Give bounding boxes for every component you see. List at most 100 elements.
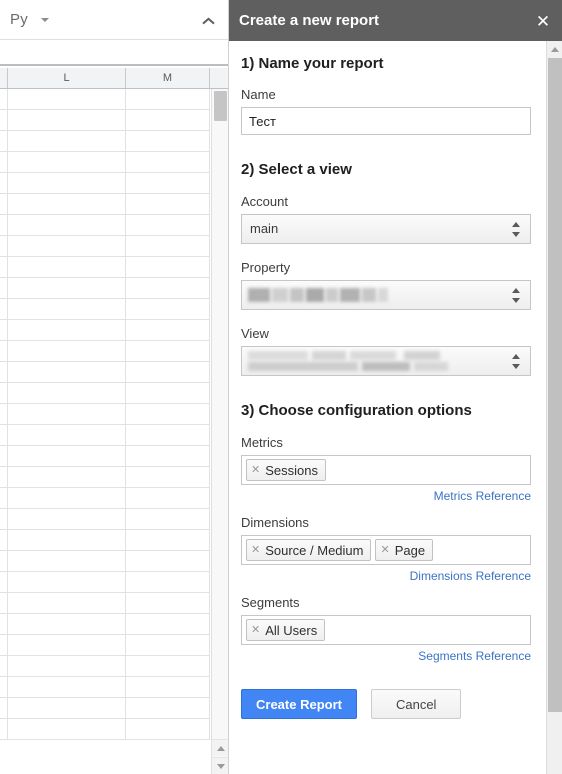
spreadsheet-row[interactable] <box>0 257 210 278</box>
spreadsheet-row[interactable] <box>0 236 210 257</box>
spreadsheet-cell[interactable] <box>126 551 210 572</box>
spreadsheet-cell[interactable] <box>8 194 126 215</box>
spreadsheet-cell[interactable] <box>0 383 8 404</box>
spreadsheet-cell[interactable] <box>126 509 210 530</box>
spreadsheet-cell[interactable] <box>0 467 8 488</box>
spreadsheet-cell[interactable] <box>126 299 210 320</box>
spreadsheet-row[interactable] <box>0 320 210 341</box>
spreadsheet-row[interactable] <box>0 446 210 467</box>
spreadsheet-cell[interactable] <box>0 194 8 215</box>
spreadsheet-row[interactable] <box>0 719 210 740</box>
spreadsheet-cell[interactable] <box>126 215 210 236</box>
spreadsheet-cell[interactable] <box>0 320 8 341</box>
dimensions-reference-link[interactable]: Dimensions Reference <box>241 569 531 583</box>
segments-reference-link[interactable]: Segments Reference <box>241 649 531 663</box>
spreadsheet-cell[interactable] <box>8 509 126 530</box>
spreadsheet-row[interactable] <box>0 89 210 110</box>
spreadsheet-cell[interactable] <box>126 278 210 299</box>
spreadsheet-cell[interactable] <box>8 89 126 110</box>
spreadsheet-row[interactable] <box>0 509 210 530</box>
spreadsheet-scrollbar[interactable] <box>211 89 228 774</box>
spreadsheet-cell[interactable] <box>0 404 8 425</box>
scroll-up-button[interactable] <box>212 739 228 756</box>
spreadsheet-cell[interactable] <box>8 719 126 740</box>
spreadsheet-row[interactable] <box>0 488 210 509</box>
spreadsheet-row[interactable] <box>0 635 210 656</box>
spreadsheet-cell[interactable] <box>126 656 210 677</box>
spreadsheet-row[interactable] <box>0 131 210 152</box>
cancel-button[interactable]: Cancel <box>370 689 462 719</box>
spreadsheet-cell[interactable] <box>8 362 126 383</box>
spreadsheet-cell[interactable] <box>0 635 8 656</box>
dialog-scroll-up-button[interactable] <box>547 41 562 57</box>
spreadsheet-cell[interactable] <box>0 593 8 614</box>
spreadsheet-row[interactable] <box>0 278 210 299</box>
spreadsheet-cell[interactable] <box>8 551 126 572</box>
spreadsheet-cell[interactable] <box>126 572 210 593</box>
spreadsheet-cell[interactable] <box>0 341 8 362</box>
spreadsheet-row[interactable] <box>0 215 210 236</box>
spreadsheet-cell[interactable] <box>126 677 210 698</box>
spreadsheet-cell[interactable] <box>0 215 8 236</box>
spreadsheet-grid[interactable] <box>0 89 210 749</box>
scrollbar-thumb[interactable] <box>214 91 227 121</box>
spreadsheet-cell[interactable] <box>8 404 126 425</box>
spreadsheet-cell[interactable] <box>126 593 210 614</box>
spreadsheet-cell[interactable] <box>0 236 8 257</box>
spreadsheet-cell[interactable] <box>0 89 8 110</box>
spreadsheet-cell[interactable] <box>0 152 8 173</box>
spreadsheet-row[interactable] <box>0 425 210 446</box>
spreadsheet-row[interactable] <box>0 572 210 593</box>
spreadsheet-cell[interactable] <box>8 425 126 446</box>
close-icon[interactable]: ✕ <box>531 9 555 33</box>
spreadsheet-cell[interactable] <box>8 572 126 593</box>
property-select[interactable] <box>241 280 531 310</box>
spreadsheet-cell[interactable] <box>126 614 210 635</box>
spreadsheet-cell[interactable] <box>0 110 8 131</box>
spreadsheet-cell[interactable] <box>8 698 126 719</box>
spreadsheet-cell[interactable] <box>126 173 210 194</box>
report-name-input[interactable] <box>241 107 531 135</box>
dialog-scrollbar-thumb[interactable] <box>548 58 562 712</box>
spreadsheet-row[interactable] <box>0 173 210 194</box>
remove-chip-icon[interactable]: ✕ <box>251 624 260 636</box>
spreadsheet-cell[interactable] <box>8 467 126 488</box>
spreadsheet-cell[interactable] <box>8 446 126 467</box>
spreadsheet-cell[interactable] <box>0 257 8 278</box>
spreadsheet-cell[interactable] <box>8 152 126 173</box>
spreadsheet-cell[interactable] <box>0 488 8 509</box>
spreadsheet-row[interactable] <box>0 299 210 320</box>
spreadsheet-cell[interactable] <box>8 677 126 698</box>
view-select[interactable] <box>241 346 531 376</box>
spreadsheet-cell[interactable] <box>8 614 126 635</box>
spreadsheet-cell[interactable] <box>8 593 126 614</box>
spreadsheet-cell[interactable] <box>0 173 8 194</box>
column-header-l[interactable]: L <box>8 68 126 88</box>
spreadsheet-cell[interactable] <box>126 341 210 362</box>
spreadsheet-cell[interactable] <box>126 635 210 656</box>
column-header-n[interactable] <box>210 68 228 88</box>
spreadsheet-cell[interactable] <box>0 656 8 677</box>
spreadsheet-cell[interactable] <box>126 362 210 383</box>
spreadsheet-cell[interactable] <box>126 320 210 341</box>
spreadsheet-cell[interactable] <box>0 698 8 719</box>
column-header-stub[interactable] <box>0 68 8 88</box>
metrics-reference-link[interactable]: Metrics Reference <box>241 489 531 503</box>
spreadsheet-cell[interactable] <box>126 383 210 404</box>
spreadsheet-cell[interactable] <box>0 509 8 530</box>
chevron-down-icon[interactable] <box>41 18 49 22</box>
spreadsheet-row[interactable] <box>0 152 210 173</box>
spreadsheet-row[interactable] <box>0 698 210 719</box>
spreadsheet-row[interactable] <box>0 383 210 404</box>
spreadsheet-cell[interactable] <box>126 257 210 278</box>
spreadsheet-cell[interactable] <box>126 446 210 467</box>
spreadsheet-cell[interactable] <box>0 719 8 740</box>
scroll-down-button[interactable] <box>212 757 228 774</box>
spreadsheet-cell[interactable] <box>126 110 210 131</box>
spreadsheet-cell[interactable] <box>126 152 210 173</box>
spreadsheet-row[interactable] <box>0 467 210 488</box>
spreadsheet-cell[interactable] <box>8 215 126 236</box>
spreadsheet-row[interactable] <box>0 341 210 362</box>
spreadsheet-cell[interactable] <box>8 110 126 131</box>
remove-chip-icon[interactable]: ✕ <box>251 544 260 556</box>
